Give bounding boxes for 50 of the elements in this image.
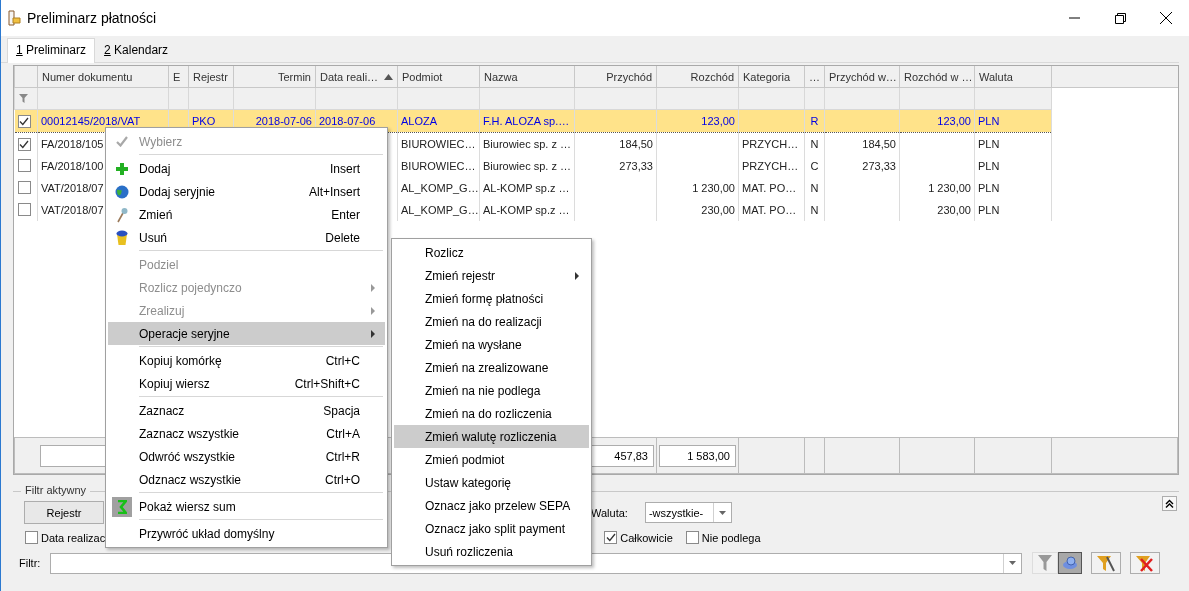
table-cell: PLN bbox=[978, 182, 1000, 194]
table-cell: 273,33 bbox=[862, 160, 896, 172]
table-cell: FA/2018/100 bbox=[41, 160, 104, 172]
table-cell: R bbox=[810, 115, 819, 127]
table-cell: PLN bbox=[978, 204, 1000, 216]
table-cell: Biurowiec sp. z … bbox=[483, 138, 572, 150]
table-cell: 273,33 bbox=[619, 160, 653, 172]
table-cell: AL-KOMP sp.z … bbox=[483, 182, 570, 194]
table-cell: BIUROWIEC… bbox=[401, 138, 476, 150]
checkbox-label: Data realizac bbox=[41, 531, 106, 544]
table-cell: PLN bbox=[978, 138, 1000, 150]
table-cell: 123,00 bbox=[701, 115, 735, 127]
table-cell: BIUROWIEC… bbox=[401, 160, 476, 172]
table-cell: PLN bbox=[978, 115, 1000, 127]
table-cell: PRZYCH… bbox=[742, 138, 799, 150]
table-cell: 1 230,00 bbox=[928, 182, 971, 194]
table-cell: 230,00 bbox=[701, 204, 735, 216]
table-cell: Biurowiec sp. z … bbox=[483, 160, 572, 172]
table-cell: 230,00 bbox=[937, 204, 971, 216]
table-cell: N bbox=[810, 204, 819, 216]
table-cell: AL_KOMP_G… bbox=[401, 182, 479, 194]
table-cell: VAT/2018/07 bbox=[41, 204, 104, 216]
window-title: Preliminarz płatności bbox=[27, 10, 158, 26]
table-cell: MAT. PO… bbox=[742, 182, 797, 194]
table-cell: PLN bbox=[978, 160, 1000, 172]
table-cell: C bbox=[810, 160, 819, 172]
total-value: 1 583,00 bbox=[659, 444, 736, 467]
table-cell: ALOZA bbox=[401, 115, 438, 127]
table-cell: F.H. ALOZA sp.… bbox=[483, 115, 570, 127]
field-label: Waluta: bbox=[591, 506, 628, 519]
table-cell: AL-KOMP sp.z … bbox=[483, 204, 570, 216]
table-cell: 184,50 bbox=[619, 138, 653, 150]
table-cell: FA/2018/105 bbox=[41, 138, 104, 150]
table-cell: 123,00 bbox=[937, 115, 971, 127]
table-cell: MAT. PO… bbox=[742, 204, 797, 216]
table-cell: 2018-07-06 bbox=[255, 115, 312, 127]
table-cell: 184,50 bbox=[862, 138, 896, 150]
table-cell: 00012145/2018/VAT bbox=[41, 115, 141, 127]
group-title: Filtr aktywny bbox=[21, 484, 91, 496]
table-cell: PKO bbox=[192, 115, 216, 127]
table-cell: AL_KOMP_G… bbox=[401, 204, 479, 216]
checkbox-label: Całkowicie bbox=[620, 531, 673, 544]
table-cell: PRZYCH… bbox=[742, 160, 799, 172]
table-cell: N bbox=[810, 138, 819, 150]
checkbox-label: Nie podlega bbox=[701, 531, 761, 544]
table-cell: VAT/2018/07 bbox=[41, 182, 104, 194]
table-cell: N bbox=[810, 182, 819, 194]
table-cell: 1 230,00 bbox=[692, 182, 735, 194]
field-label: Filtr: bbox=[19, 557, 41, 569]
table-cell: 2018-07-06 bbox=[319, 115, 376, 127]
